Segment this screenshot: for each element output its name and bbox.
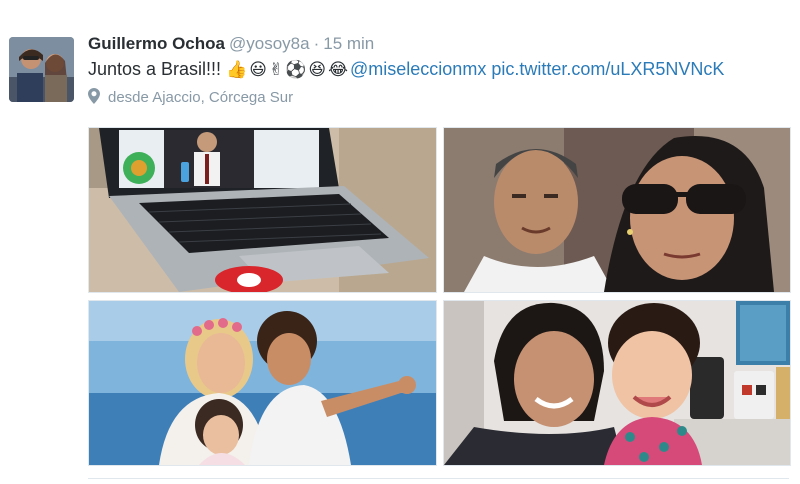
victory-hand-emoji: ✌ xyxy=(268,60,284,80)
thumbs-up-emoji: 👍 xyxy=(226,60,248,80)
photo-selfie[interactable] xyxy=(443,127,791,293)
photo-mother-baby[interactable] xyxy=(443,300,791,466)
laptop-photo-image xyxy=(89,128,436,292)
laughing-emoji: 😆 xyxy=(308,60,327,80)
avatar[interactable] xyxy=(9,37,74,102)
photo-beach-family[interactable] xyxy=(88,300,437,466)
soccer-ball-emoji: ⚽ xyxy=(285,60,307,80)
media-link[interactable]: pic.twitter.com/uLXR5NVNcK xyxy=(491,59,724,79)
tweet-header: Guillermo Ochoa @yosoy8a · 15 min xyxy=(88,34,374,54)
author-name[interactable]: Guillermo Ochoa xyxy=(88,34,225,53)
selfie-photo-image xyxy=(444,128,790,292)
divider xyxy=(88,478,789,479)
location-text[interactable]: desde Ajaccio, Córcega Sur xyxy=(108,89,293,106)
smiley-emoji: 😃 xyxy=(249,60,267,80)
photo-laptop[interactable] xyxy=(88,127,437,293)
separator: · xyxy=(313,34,320,53)
mention-link[interactable]: @miseleccionmx xyxy=(350,59,486,79)
author-handle[interactable]: @yosoy8a xyxy=(229,34,310,53)
tweet-timestamp[interactable]: 15 min xyxy=(323,34,374,53)
beach-family-photo-image xyxy=(89,301,436,465)
mother-baby-photo-image xyxy=(444,301,790,465)
avatar-image xyxy=(9,37,74,102)
location-pin-icon xyxy=(88,88,102,108)
tears-of-joy-emoji: 😂 xyxy=(328,60,349,80)
tweet-location: desde Ajaccio, Córcega Sur xyxy=(88,88,293,108)
tweet-text: Juntos a Brasil!!! 👍 😃 ✌ ⚽ 😆 😂 @miseleccionmx … xyxy=(88,59,724,80)
tweet-text-body: Juntos a Brasil!!! xyxy=(88,59,222,79)
